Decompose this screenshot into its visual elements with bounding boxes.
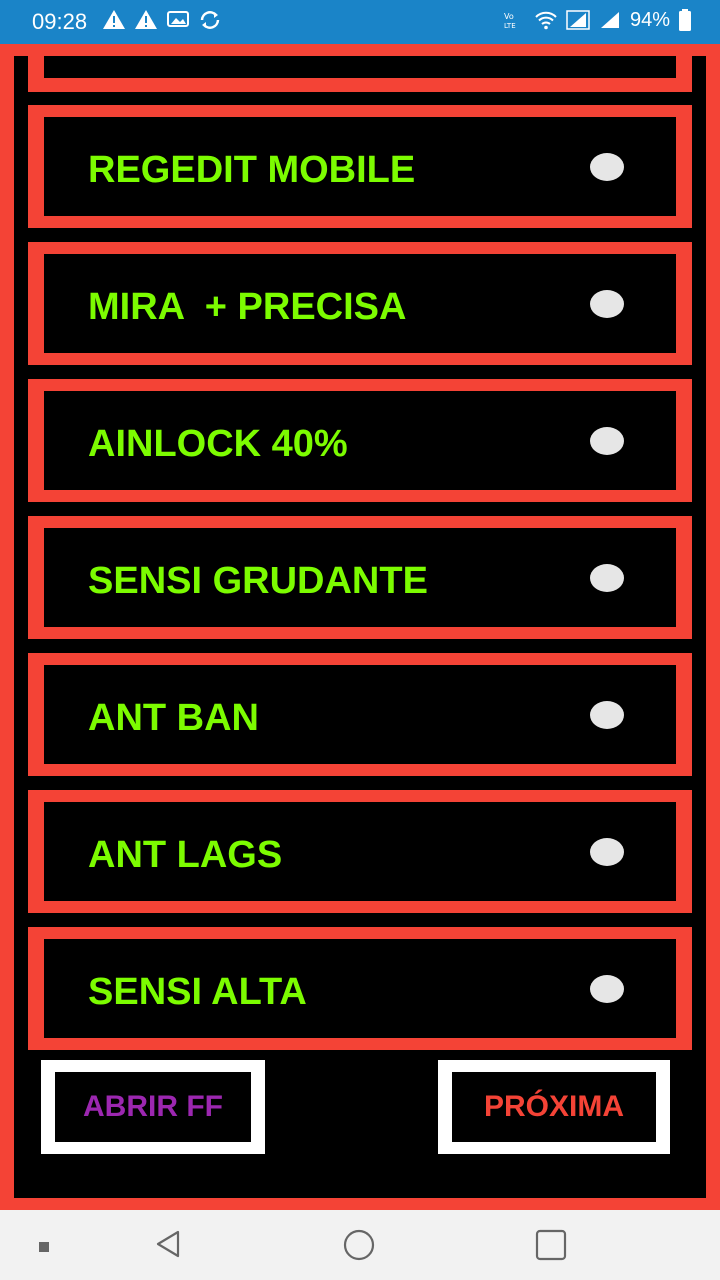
- option-label: SENSI ALTA: [88, 971, 307, 1013]
- option-label: AINLOCK 40%: [88, 423, 348, 465]
- option-label: REGEDIT MOBILE: [88, 149, 416, 191]
- option-card-ant-ban[interactable]: ANT BAN: [28, 653, 692, 776]
- wifi-icon: [534, 8, 558, 32]
- navigation-bar: [0, 1210, 720, 1280]
- overview-icon[interactable]: [534, 1228, 568, 1267]
- radio-button[interactable]: [590, 427, 624, 455]
- svg-text:Vo: Vo: [504, 12, 514, 21]
- option-card-ant-lags[interactable]: ANT LAGS: [28, 790, 692, 913]
- signal-icon: [566, 8, 590, 32]
- svg-text:LTE: LTE: [504, 22, 516, 30]
- warning-icon: [134, 8, 158, 32]
- warning-icon: [102, 8, 126, 32]
- radio-button[interactable]: [590, 975, 624, 1003]
- volte-icon: Vo LTE: [502, 8, 526, 32]
- option-card-sensi-grudante[interactable]: SENSI GRUDANTE: [28, 516, 692, 639]
- battery-percentage: 94%: [629, 8, 670, 31]
- open-ff-button[interactable]: ABRIR FF: [41, 1060, 265, 1154]
- recents-dot-icon[interactable]: [38, 1240, 50, 1258]
- battery-icon: [678, 8, 692, 32]
- radio-button[interactable]: [590, 701, 624, 729]
- option-label: ANT LAGS: [88, 834, 283, 876]
- gallery-icon: [166, 8, 190, 32]
- option-label: SENSI GRUDANTE: [88, 560, 428, 602]
- status-time: 09:28: [32, 9, 88, 34]
- signal-icon: [598, 8, 622, 32]
- next-label: PRÓXIMA: [483, 1090, 624, 1123]
- option-card-sensi-alta[interactable]: SENSI ALTA: [28, 927, 692, 1050]
- option-card-ainlock[interactable]: AINLOCK 40%: [28, 379, 692, 502]
- back-icon[interactable]: [152, 1228, 184, 1265]
- radio-button[interactable]: [590, 153, 624, 181]
- radio-button[interactable]: [590, 290, 624, 318]
- home-icon[interactable]: [342, 1228, 376, 1267]
- open-ff-label: ABRIR FF: [83, 1090, 223, 1123]
- scrolled-card-remnant: [28, 56, 692, 92]
- option-card-regedit-mobile[interactable]: REGEDIT MOBILE: [28, 105, 692, 228]
- sync-icon: [198, 8, 222, 32]
- notification-icons: [102, 8, 222, 32]
- radio-button[interactable]: [590, 564, 624, 592]
- option-label: MIRA + PRECISA: [88, 286, 407, 328]
- status-bar: 09:28 Vo LTE 94%: [0, 0, 720, 44]
- option-label: ANT BAN: [88, 697, 259, 739]
- next-button[interactable]: PRÓXIMA: [438, 1060, 670, 1154]
- radio-button[interactable]: [590, 838, 624, 866]
- system-icons: Vo LTE 94%: [502, 8, 692, 32]
- option-card-mira-precisa[interactable]: MIRA + PRECISA: [28, 242, 692, 365]
